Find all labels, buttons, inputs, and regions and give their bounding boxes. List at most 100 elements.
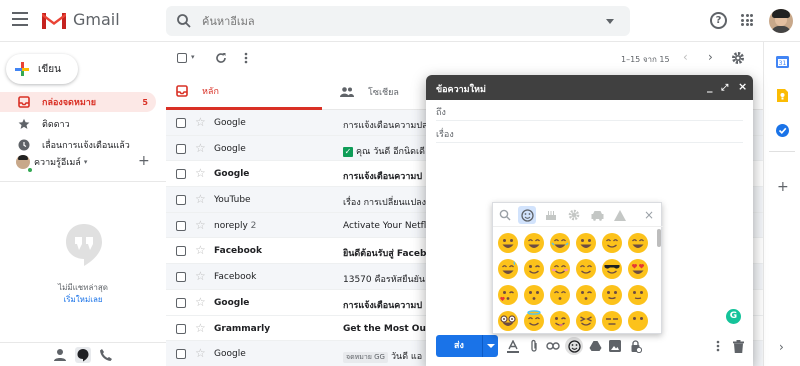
person-icon[interactable]: [52, 347, 68, 363]
select-all-checkbox[interactable]: [177, 53, 187, 63]
add-addon-icon[interactable]: +: [777, 180, 789, 194]
sidebar-item-starred[interactable]: ติดดาว: [0, 114, 156, 134]
search-options-icon[interactable]: [606, 19, 614, 24]
cake-icon[interactable]: [543, 207, 559, 223]
emoji-grin-closed[interactable]: [625, 230, 651, 256]
star-icon[interactable]: ☆: [195, 322, 206, 334]
subject-field[interactable]: เรื่อง: [436, 123, 743, 143]
smiley-icon[interactable]: [518, 206, 536, 224]
select-menu-chevron-icon[interactable]: ▾: [191, 53, 195, 61]
emoji-laugh-sweat[interactable]: [495, 256, 521, 282]
search-icon[interactable]: [497, 207, 513, 223]
help-icon[interactable]: ?: [710, 12, 727, 29]
emoji-kiss-closed[interactable]: [547, 282, 573, 308]
search-box[interactable]: [166, 6, 630, 36]
send-button[interactable]: ส่ง: [436, 335, 482, 357]
link-icon[interactable]: [545, 338, 561, 354]
emoji-neutral-smile[interactable]: [625, 282, 651, 308]
sidebar-item-snoozed[interactable]: เลื่อนการแจ้งเตือนแล้ว: [0, 135, 156, 155]
row-checkbox[interactable]: [176, 195, 186, 206]
emoji-wink[interactable]: [521, 256, 547, 282]
gear-icon[interactable]: [566, 207, 582, 223]
add-chat-icon[interactable]: +: [138, 154, 150, 168]
emoji-smile[interactable]: [573, 256, 599, 282]
confidential-mode-icon[interactable]: [627, 338, 643, 354]
start-new-chat-link[interactable]: เริ่มใหม่เลย: [0, 293, 166, 306]
emoji-nerd[interactable]: [495, 308, 521, 334]
row-checkbox[interactable]: [176, 297, 186, 308]
search-input[interactable]: [202, 12, 582, 30]
emoji-tongue[interactable]: [547, 308, 573, 334]
emoji-heart-eyes[interactable]: [625, 256, 651, 282]
tab-primary[interactable]: หลัก: [166, 74, 322, 110]
minimize-icon[interactable]: _: [707, 81, 713, 93]
close-icon[interactable]: ×: [738, 81, 747, 93]
apps-grid-icon[interactable]: [741, 14, 753, 26]
trash-icon[interactable]: [730, 338, 746, 354]
chevron-left-icon[interactable]: ‹: [683, 50, 688, 64]
emoji-angel[interactable]: [521, 308, 547, 334]
chevron-down-icon[interactable]: ▾: [84, 158, 88, 166]
star-icon[interactable]: ☆: [195, 347, 206, 359]
refresh-icon[interactable]: [215, 52, 227, 64]
row-checkbox[interactable]: [176, 272, 186, 283]
more-options-icon[interactable]: [710, 338, 726, 354]
tasks-icon[interactable]: [775, 123, 790, 138]
row-checkbox[interactable]: [176, 349, 186, 360]
car-icon[interactable]: [589, 207, 605, 223]
emoji-kissing[interactable]: [521, 282, 547, 308]
chevron-right-icon[interactable]: ›: [779, 340, 784, 354]
settings-gear-icon[interactable]: [731, 51, 745, 65]
grammarly-icon[interactable]: G: [726, 309, 741, 324]
star-icon[interactable]: ☆: [195, 116, 206, 128]
emoji-squint[interactable]: [573, 308, 599, 334]
photo-icon[interactable]: [607, 338, 623, 354]
sidebar-item-inbox[interactable]: กล่องจดหมาย 5: [0, 92, 156, 112]
emoji-expressionless[interactable]: [599, 308, 625, 334]
calendar-icon[interactable]: 31: [775, 54, 790, 69]
row-checkbox[interactable]: [176, 169, 186, 180]
row-checkbox[interactable]: [176, 143, 186, 154]
row-checkbox[interactable]: [176, 323, 186, 334]
main-menu-icon[interactable]: [12, 12, 28, 26]
emoji-blush[interactable]: [547, 256, 573, 282]
star-icon[interactable]: ☆: [195, 244, 206, 256]
emoji-grinning[interactable]: [495, 230, 521, 256]
keep-icon[interactable]: [775, 88, 790, 103]
row-checkbox[interactable]: [176, 118, 186, 128]
star-icon[interactable]: ☆: [195, 167, 206, 179]
emoji-sunglasses[interactable]: [599, 256, 625, 282]
emoji-no-mouth[interactable]: [625, 308, 651, 334]
close-icon[interactable]: ×: [641, 207, 657, 223]
triangle-icon[interactable]: [612, 207, 628, 223]
scrollbar[interactable]: [657, 229, 661, 247]
chat-user[interactable]: ความรู้อีเมล์ ▾: [16, 155, 87, 169]
account-avatar[interactable]: [769, 9, 793, 33]
hangouts-icon[interactable]: [75, 347, 91, 363]
text-format-icon[interactable]: [505, 338, 521, 354]
emoji-kiss-wink[interactable]: [573, 282, 599, 308]
emoji-icon[interactable]: [565, 337, 583, 355]
emoji-smile-closed[interactable]: [599, 230, 625, 256]
emoji-beaming[interactable]: [521, 230, 547, 256]
search-icon[interactable]: [176, 13, 192, 29]
star-icon[interactable]: ☆: [195, 193, 206, 205]
row-checkbox[interactable]: [176, 246, 186, 257]
emoji-smile-open[interactable]: [573, 230, 599, 256]
emoji-laughing[interactable]: [547, 230, 573, 256]
send-options-button[interactable]: [482, 335, 498, 357]
emoji-slight-smile[interactable]: [599, 282, 625, 308]
gmail-logo[interactable]: Gmail: [42, 10, 120, 29]
attach-icon[interactable]: [526, 338, 542, 354]
to-field[interactable]: ถึง: [436, 101, 743, 121]
emoji-kiss-heart[interactable]: [495, 282, 521, 308]
compose-button[interactable]: เขียน: [6, 54, 78, 84]
star-icon[interactable]: ☆: [195, 219, 206, 231]
phone-icon[interactable]: [98, 347, 114, 363]
row-checkbox[interactable]: [176, 220, 186, 231]
expand-icon[interactable]: ⤢: [721, 82, 728, 94]
drive-icon[interactable]: [587, 338, 603, 354]
more-vert-icon[interactable]: [244, 52, 248, 64]
star-icon[interactable]: ☆: [195, 142, 206, 154]
chevron-right-icon[interactable]: ›: [708, 50, 713, 64]
